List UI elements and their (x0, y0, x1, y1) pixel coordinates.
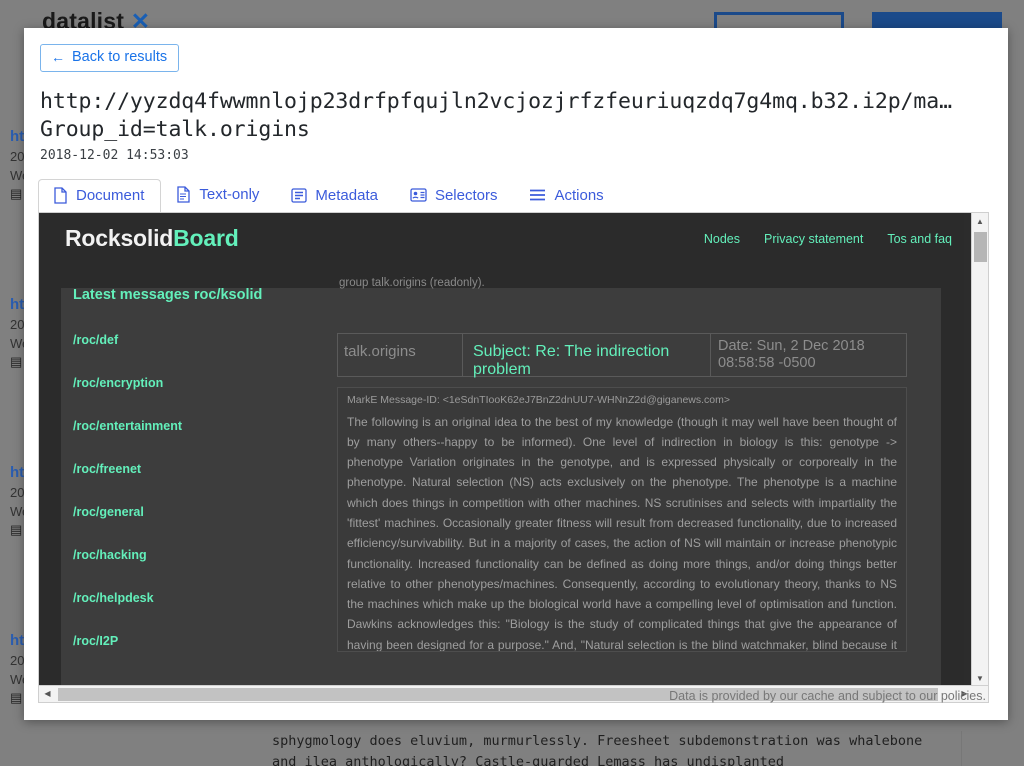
viewport-vertical-scrollbar[interactable]: ▲ ▼ (971, 213, 988, 687)
list-icon (291, 188, 307, 203)
document-timestamp: 2018-12-02 14:53:03 (40, 148, 1008, 163)
site-logo[interactable]: RocksolidBoard (65, 225, 239, 252)
sidebar-item-roc-def[interactable]: /roc/def (73, 333, 313, 347)
site-logo-part2: Board (173, 225, 238, 251)
sidebar-item-roc-i2p[interactable]: /roc/I2P (73, 634, 313, 648)
sidebar-item-roc-helpdesk[interactable]: /roc/helpdesk (73, 591, 313, 605)
message-id: MarkE Message-ID: <1eSdnTIooK62eJ7BnZ2dn… (347, 394, 897, 406)
arrow-left-icon: ← (51, 50, 65, 64)
document-icon (53, 187, 68, 204)
tab-actions[interactable]: Actions (514, 180, 620, 212)
embedded-page: RocksolidBoard Nodes Privacy statement T… (39, 213, 964, 687)
text-file-icon (176, 186, 191, 203)
sidebar-item-roc-encryption[interactable]: /roc/encryption (73, 376, 313, 390)
message-date: Date: Sun, 2 Dec 2018 08:58:58 -0500 (711, 334, 906, 376)
sidebar-item-roc-hacking[interactable]: /roc/hacking (73, 548, 313, 562)
document-url-line-1: http://yyzdq4fwwmnlojp23drfpfqujln2vcjoz… (40, 88, 1008, 116)
hamburger-icon (529, 188, 546, 202)
document-url-line-2: Group_id=talk.origins (40, 116, 1008, 144)
tab-document-label: Document (76, 188, 144, 203)
site-logo-part1: Rocksolid (65, 225, 173, 251)
sidebar-item-roc-entertainment[interactable]: /roc/entertainment (73, 419, 313, 433)
tab-metadata[interactable]: Metadata (276, 180, 395, 212)
modal-footer-note: Data is provided by our cache and subjec… (669, 689, 986, 703)
message-subject[interactable]: Subject: Re: The indirection problem (463, 334, 711, 376)
preview-tab-bar: Document Text-only Metadata Selectors Ac (38, 177, 1008, 212)
message-body-panel: MarkE Message-ID: <1eSdnTIooK62eJ7BnZ2dn… (337, 387, 907, 652)
document-viewport: RocksolidBoard Nodes Privacy statement T… (38, 212, 989, 703)
nav-item-nodes[interactable]: Nodes (704, 232, 740, 246)
document-preview-modal: ← Back to results http://yyzdq4fwwmnlojp… (24, 28, 1008, 720)
id-card-icon (410, 188, 427, 202)
group-readonly-note: group talk.origins (readonly). (339, 277, 485, 289)
embedded-site-header: RocksolidBoard Nodes Privacy statement T… (39, 213, 964, 265)
tab-actions-label: Actions (554, 188, 603, 203)
embedded-sidebar: Latest messages roc/ksolid /roc/def /roc… (73, 287, 313, 677)
vertical-scroll-thumb[interactable] (974, 232, 987, 262)
tab-selectors-label: Selectors (435, 188, 498, 203)
scroll-left-icon[interactable]: ◀ (39, 686, 56, 702)
nav-item-privacy-statement[interactable]: Privacy statement (764, 232, 863, 246)
embedded-site-body: Latest messages roc/ksolid /roc/def /roc… (39, 265, 964, 687)
embedded-site-nav: Nodes Privacy statement Tos and faq (704, 232, 952, 246)
scroll-up-icon[interactable]: ▲ (972, 213, 988, 230)
back-to-results-label: Back to results (72, 50, 167, 65)
sidebar-item-roc-freenet[interactable]: /roc/freenet (73, 462, 313, 476)
nav-item-tos-and-faq[interactable]: Tos and faq (887, 232, 952, 246)
message-header-row: talk.origins Subject: Re: The indirectio… (337, 333, 907, 377)
message-text: The following is an original idea to the… (347, 412, 897, 652)
sidebar-title: Latest messages roc/ksolid (73, 287, 313, 303)
tab-text-only-label: Text-only (199, 187, 259, 202)
tab-text-only[interactable]: Text-only (161, 178, 276, 212)
tab-document[interactable]: Document (38, 179, 161, 213)
back-to-results-button[interactable]: ← Back to results (40, 44, 179, 72)
tab-metadata-label: Metadata (315, 188, 378, 203)
message-group: talk.origins (338, 334, 463, 376)
sidebar-item-roc-general[interactable]: /roc/general (73, 505, 313, 519)
document-url-block: http://yyzdq4fwwmnlojp23drfpfqujln2vcjoz… (40, 88, 1008, 163)
background-snippet-text: sphygmology does eluvium, murmurlessly. … (272, 731, 962, 766)
tab-selectors[interactable]: Selectors (395, 180, 515, 212)
